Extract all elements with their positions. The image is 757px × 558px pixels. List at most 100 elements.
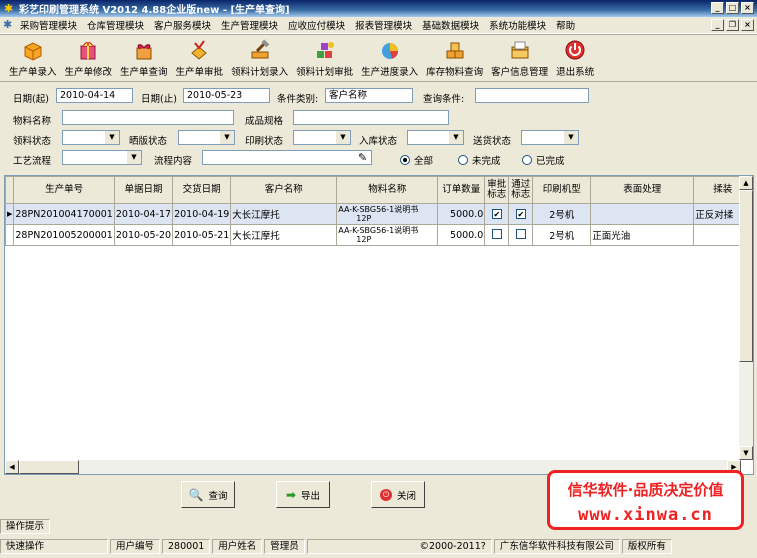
toolbar-label: 生产进度录入: [361, 67, 419, 78]
production-order-approve-button[interactable]: 生产单审批: [172, 35, 228, 81]
col-doc-date[interactable]: 单据日期: [113, 176, 174, 204]
col-qty[interactable]: 订单数量: [437, 176, 486, 204]
checkbox-checked-icon: ✔: [491, 208, 502, 219]
table-row[interactable]: 28PN201005200001 2010-05-20 2010-05-21 大…: [5, 224, 753, 246]
date-start-label: 日期(起): [13, 94, 49, 105]
col-press[interactable]: 印刷机型: [532, 176, 592, 204]
logo-slogan: 信华软件·品质决定价值: [567, 481, 724, 499]
folder-box-icon: [511, 41, 529, 59]
material-plan-entry-button[interactable]: 领料计划录入: [227, 35, 292, 81]
approve-icon: [191, 40, 208, 60]
blocks-icon: [316, 42, 334, 58]
delivery-status-label: 送货状态: [473, 136, 512, 147]
query-label: 查询: [208, 490, 228, 502]
scroll-thumb[interactable]: [739, 190, 753, 362]
col-approved[interactable]: 审批标志: [484, 176, 510, 204]
date-start-input[interactable]: 2010-04-14: [56, 88, 133, 103]
col-delivery-date[interactable]: 交货日期: [172, 176, 232, 204]
production-order-query-button[interactable]: 生产单查询: [116, 35, 172, 81]
passed-cell[interactable]: [508, 224, 534, 246]
scroll-left-icon[interactable]: ◀: [5, 460, 19, 474]
table-row[interactable]: ▶ 28PN201004170001 2010-04-17 2010-04-19…: [5, 203, 753, 225]
date-end-input[interactable]: 2010-05-23: [183, 88, 270, 103]
mdi-minimize-button[interactable]: _: [711, 19, 724, 31]
material-cell: AA-K-SBG56-1说明书 12P: [336, 203, 439, 225]
toolbar-label: 领料计划审批: [296, 67, 354, 78]
radio-icon: [522, 155, 532, 165]
chevron-down-icon: ▼: [564, 131, 578, 144]
menu-help[interactable]: 帮助: [551, 18, 580, 32]
process-flow-select[interactable]: ▼: [62, 150, 142, 165]
maximize-button[interactable]: □: [726, 2, 739, 14]
export-arrow-icon: ➡: [285, 487, 297, 502]
process-flow-label: 工艺流程: [13, 156, 52, 167]
menu-customer[interactable]: 客户服务模块: [149, 18, 216, 32]
col-surface[interactable]: 表面处理: [590, 176, 695, 204]
menu-warehouse[interactable]: 仓库管理模块: [82, 18, 149, 32]
production-progress-entry-button[interactable]: 生产进度录入: [357, 35, 422, 81]
col-customer[interactable]: 客户名称: [230, 176, 338, 204]
minimize-button[interactable]: _: [711, 2, 724, 14]
plate-status-select[interactable]: ▼: [178, 130, 235, 145]
col-order-no[interactable]: 生产单号: [13, 176, 115, 204]
mdi-restore-button[interactable]: ❐: [726, 19, 739, 31]
col-passed[interactable]: 通过标志: [508, 176, 534, 204]
doc-date-cell: 2010-04-17: [113, 203, 174, 225]
results-grid[interactable]: 生产单号 单据日期 交货日期 客户名称 物料名称 订单数量 审批标志 通过标志 …: [4, 175, 754, 475]
user-name-label: 用户姓名: [212, 539, 263, 554]
close-window-button[interactable]: ×: [741, 2, 754, 14]
radio-incomplete[interactable]: 未完成: [458, 153, 501, 167]
hscroll-thumb[interactable]: [19, 460, 79, 474]
production-order-entry-button[interactable]: 生产单录入: [5, 35, 61, 81]
print-status-select[interactable]: ▼: [293, 130, 351, 145]
customer-info-button[interactable]: 客户信息管理: [487, 35, 552, 81]
menu-basic-data[interactable]: 基础数据模块: [417, 18, 484, 32]
picking-status-select[interactable]: ▼: [62, 130, 120, 145]
product-spec-input[interactable]: [293, 110, 449, 125]
pie-chart-icon: [381, 43, 398, 59]
production-order-edit-button[interactable]: 生产单修改: [61, 35, 117, 81]
query-button[interactable]: 🔍 查询: [181, 481, 235, 508]
scroll-down-icon[interactable]: ▼: [739, 446, 753, 460]
print-status-label: 印刷状态: [245, 136, 284, 147]
edit-icon[interactable]: ✎: [358, 151, 367, 164]
material-plan-approve-button[interactable]: 领料计划审批: [292, 35, 357, 81]
condition-input[interactable]: [475, 88, 589, 103]
radio-complete[interactable]: 已完成: [522, 153, 565, 167]
condition-type-input[interactable]: 客户名称: [325, 88, 413, 103]
menu-purchase[interactable]: 采购管理模块: [15, 18, 82, 32]
delivery-status-select[interactable]: ▼: [521, 130, 579, 145]
menu-accounts[interactable]: 应收应付模块: [283, 18, 350, 32]
exit-system-button[interactable]: 退出系统: [552, 35, 598, 81]
row-indicator-header: [5, 176, 15, 204]
radio-all[interactable]: 全部: [400, 153, 433, 167]
rights: 版权所有: [621, 539, 672, 554]
quick-op[interactable]: 快速操作: [0, 539, 108, 554]
toolbar-label: 客户信息管理: [491, 67, 549, 78]
condition-label: 查询条件:: [423, 94, 465, 105]
user-no-label: 用户编号: [110, 539, 161, 554]
radio-icon: [458, 155, 468, 165]
op-hint: 操作提示: [0, 519, 51, 534]
col-material[interactable]: 物料名称: [336, 176, 439, 204]
scroll-up-icon[interactable]: ▲: [739, 176, 753, 190]
toolbar-label: 库存物料查询: [426, 67, 484, 78]
inventory-query-button[interactable]: 库存物料查询: [422, 35, 487, 81]
warehouse-status-select[interactable]: ▼: [407, 130, 464, 145]
process-content-input[interactable]: [202, 150, 372, 165]
passed-cell[interactable]: ✔: [508, 203, 534, 225]
app-star-icon: ✱: [4, 2, 14, 15]
menu-system[interactable]: 系统功能模块: [484, 18, 551, 32]
plate-status-label: 晒版状态: [129, 136, 168, 147]
vertical-scrollbar[interactable]: ▲ ▼: [739, 176, 753, 460]
mdi-close-button[interactable]: ×: [741, 19, 754, 31]
approved-cell[interactable]: ✔: [484, 203, 510, 225]
approved-cell[interactable]: [484, 224, 510, 246]
close-button[interactable]: ⏻ 关闭: [371, 481, 425, 508]
menu-production[interactable]: 生产管理模块: [216, 18, 283, 32]
condition-type-label: 条件类别:: [277, 94, 319, 105]
export-button[interactable]: ➡ 导出: [276, 481, 330, 508]
mdi-star-icon: ✱: [3, 18, 13, 31]
menu-reports[interactable]: 报表管理模块: [350, 18, 417, 32]
material-name-input[interactable]: [62, 110, 234, 125]
